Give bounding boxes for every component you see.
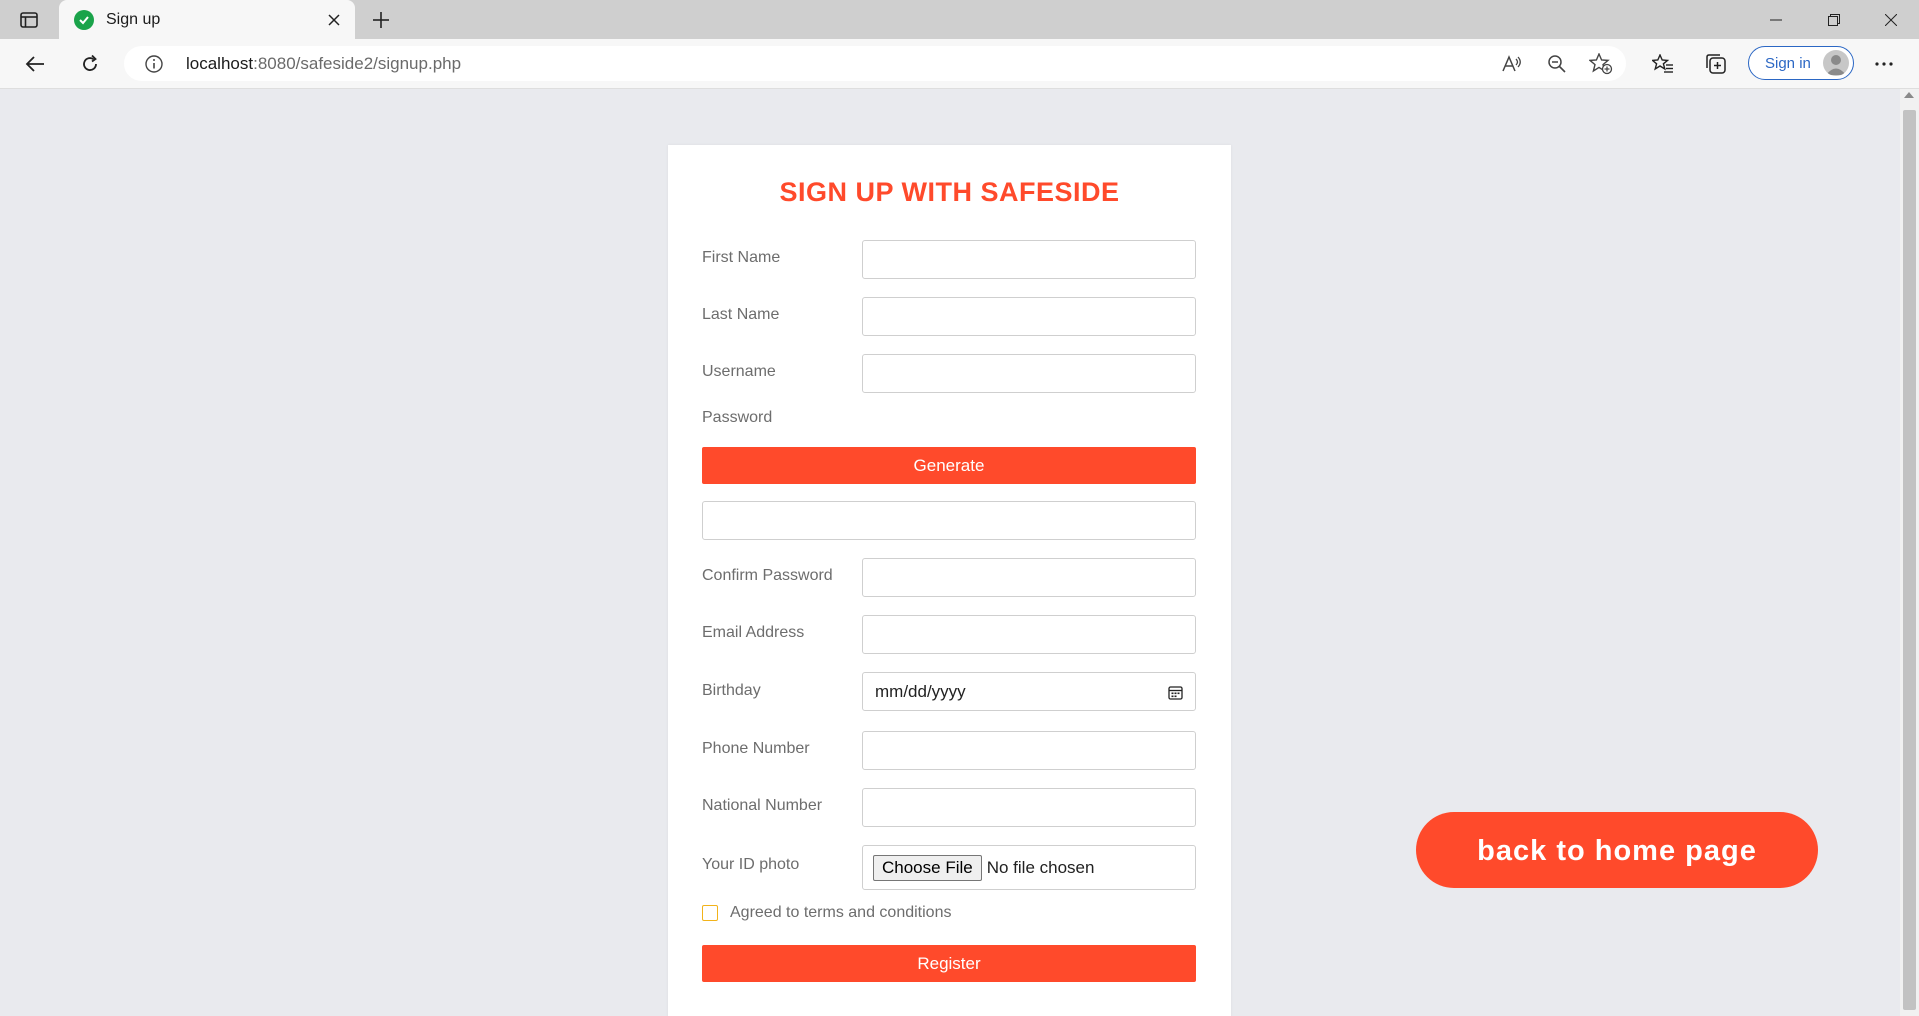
tab-actions-icon[interactable] (14, 8, 44, 32)
browser-toolbar: localhost:8080/safeside2/signup.php Sign… (0, 39, 1919, 89)
username-label: Username (702, 363, 776, 380)
calendar-icon[interactable] (1168, 685, 1183, 700)
back-arrow-icon[interactable] (19, 48, 51, 80)
favorites-icon[interactable] (1647, 48, 1679, 80)
confirm-password-label: Confirm Password (702, 567, 833, 584)
back-to-home-button[interactable]: back to home page (1416, 812, 1818, 888)
site-info-icon[interactable] (144, 54, 164, 74)
close-window-icon[interactable] (1863, 0, 1919, 39)
scrollbar-thumb[interactable] (1903, 110, 1916, 1010)
choose-file-button[interactable]: Choose File (873, 854, 982, 881)
sign-in-button[interactable]: Sign in (1748, 46, 1854, 80)
browser-titlebar: Sign up (0, 0, 1919, 39)
password-label: Password (702, 409, 773, 426)
minimize-icon[interactable] (1748, 0, 1804, 39)
password-input[interactable] (702, 501, 1196, 540)
signup-form-card: SIGN UP WITH SAFESIDE First Name Last Na… (668, 145, 1231, 1016)
confirm-password-input[interactable] (862, 558, 1196, 597)
last-name-label: Last Name (702, 306, 780, 323)
username-input[interactable] (862, 354, 1196, 393)
phone-label: Phone Number (702, 740, 810, 757)
birthday-placeholder: mm/dd/yyyy (875, 681, 966, 701)
no-file-text: No file chosen (986, 857, 1095, 877)
national-number-label: National Number (702, 797, 823, 814)
browser-tab[interactable]: Sign up (59, 0, 355, 39)
birthday-label: Birthday (702, 682, 761, 699)
check-circle-icon (74, 9, 94, 30)
url-text: localhost:8080/safeside2/signup.php (186, 54, 462, 73)
close-tab-icon[interactable] (323, 9, 345, 31)
tab-title: Sign up (106, 10, 161, 28)
phone-input[interactable] (862, 731, 1196, 770)
register-button[interactable]: Register (702, 945, 1196, 982)
form-title: SIGN UP WITH SAFESIDE (779, 177, 1120, 207)
scroll-up-arrow-icon[interactable] (1904, 92, 1914, 98)
email-input[interactable] (862, 615, 1196, 654)
terms-checkbox[interactable] (702, 905, 718, 921)
page-scrollbar[interactable] (1900, 89, 1919, 1016)
id-photo-file-input[interactable]: Choose File No file chosen (862, 845, 1196, 890)
id-photo-label: Your ID photo (702, 856, 800, 873)
first-name-input[interactable] (862, 240, 1196, 279)
generate-password-button[interactable]: Generate (702, 447, 1196, 484)
add-favorite-icon[interactable] (1588, 51, 1614, 77)
terms-label: Agreed to terms and conditions (730, 904, 952, 921)
restore-icon[interactable] (1806, 0, 1862, 39)
more-options-icon[interactable] (1868, 48, 1900, 80)
birthday-date-input[interactable]: mm/dd/yyyy (862, 672, 1196, 711)
new-tab-icon[interactable] (368, 8, 394, 32)
avatar-icon (1823, 50, 1849, 76)
read-aloud-icon[interactable] (1499, 51, 1525, 77)
address-bar[interactable]: localhost:8080/safeside2/signup.php (124, 46, 1626, 81)
national-number-input[interactable] (862, 788, 1196, 827)
last-name-input[interactable] (862, 297, 1196, 336)
zoom-out-icon[interactable] (1544, 51, 1570, 77)
email-label: Email Address (702, 624, 805, 641)
refresh-icon[interactable] (74, 48, 106, 80)
first-name-label: First Name (702, 249, 781, 266)
collections-icon[interactable] (1700, 48, 1732, 80)
